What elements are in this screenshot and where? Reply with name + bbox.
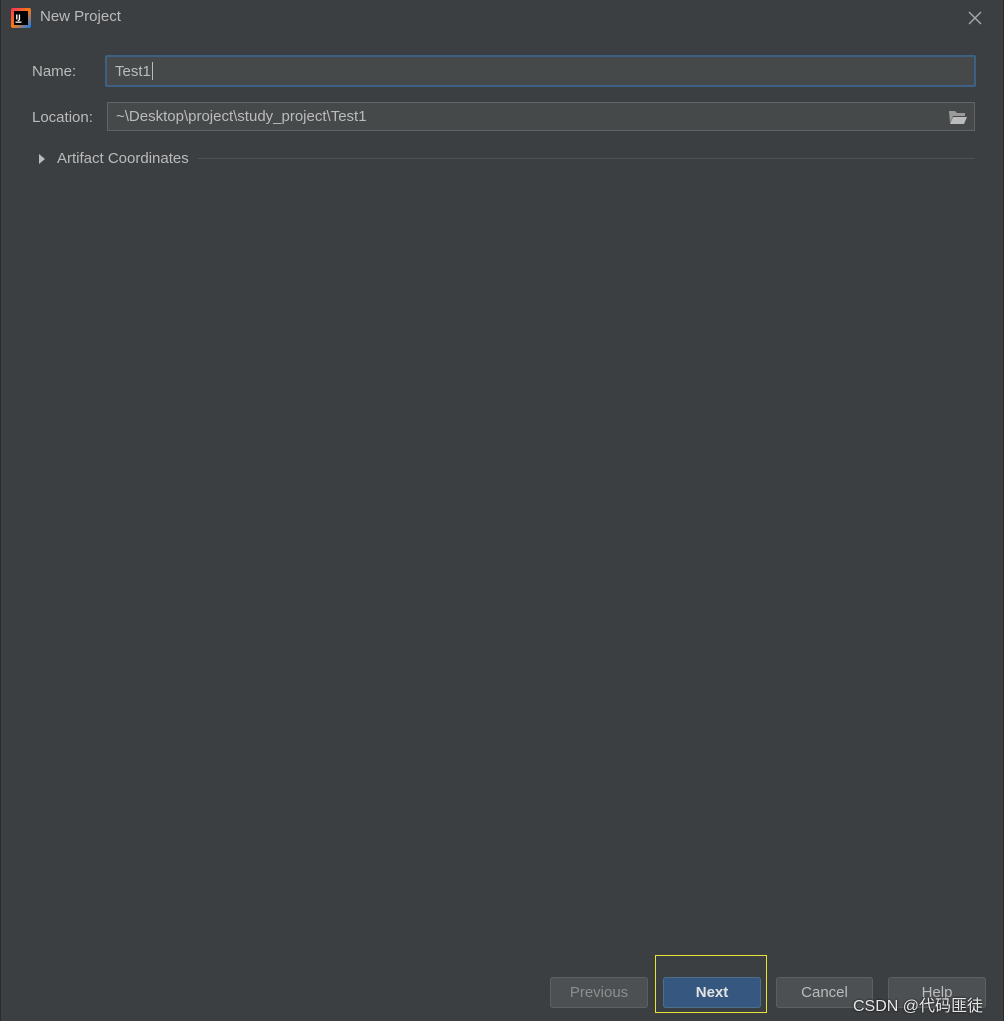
location-input-value: ~\Desktop\project\study_project\Test1 xyxy=(116,108,367,125)
section-divider xyxy=(197,157,975,159)
new-project-dialog: IJ New Project Name: Test1 Location: ~\D… xyxy=(0,0,1004,1021)
location-label: Location: xyxy=(32,109,93,126)
name-input[interactable]: Test1 xyxy=(105,55,976,87)
name-label: Name: xyxy=(32,63,77,80)
window-title: New Project xyxy=(40,8,121,25)
title-bar: IJ New Project xyxy=(1,0,1004,36)
previous-button[interactable]: Previous xyxy=(550,977,648,1008)
location-input[interactable]: ~\Desktop\project\study_project\Test1 xyxy=(107,102,975,131)
svg-text:IJ: IJ xyxy=(16,14,21,22)
artifact-coordinates-toggle[interactable]: Artifact Coordinates xyxy=(37,147,975,169)
watermark: CSDN @代码匪徒 xyxy=(853,998,984,1015)
name-input-value: Test1 xyxy=(115,62,151,80)
folder-open-icon[interactable] xyxy=(948,108,968,126)
text-caret xyxy=(151,62,153,80)
intellij-idea-icon: IJ xyxy=(10,7,32,29)
artifact-coordinates-label: Artifact Coordinates xyxy=(57,149,189,167)
close-icon[interactable] xyxy=(963,6,987,30)
chevron-right-icon xyxy=(37,152,47,164)
next-button[interactable]: Next xyxy=(663,977,761,1008)
